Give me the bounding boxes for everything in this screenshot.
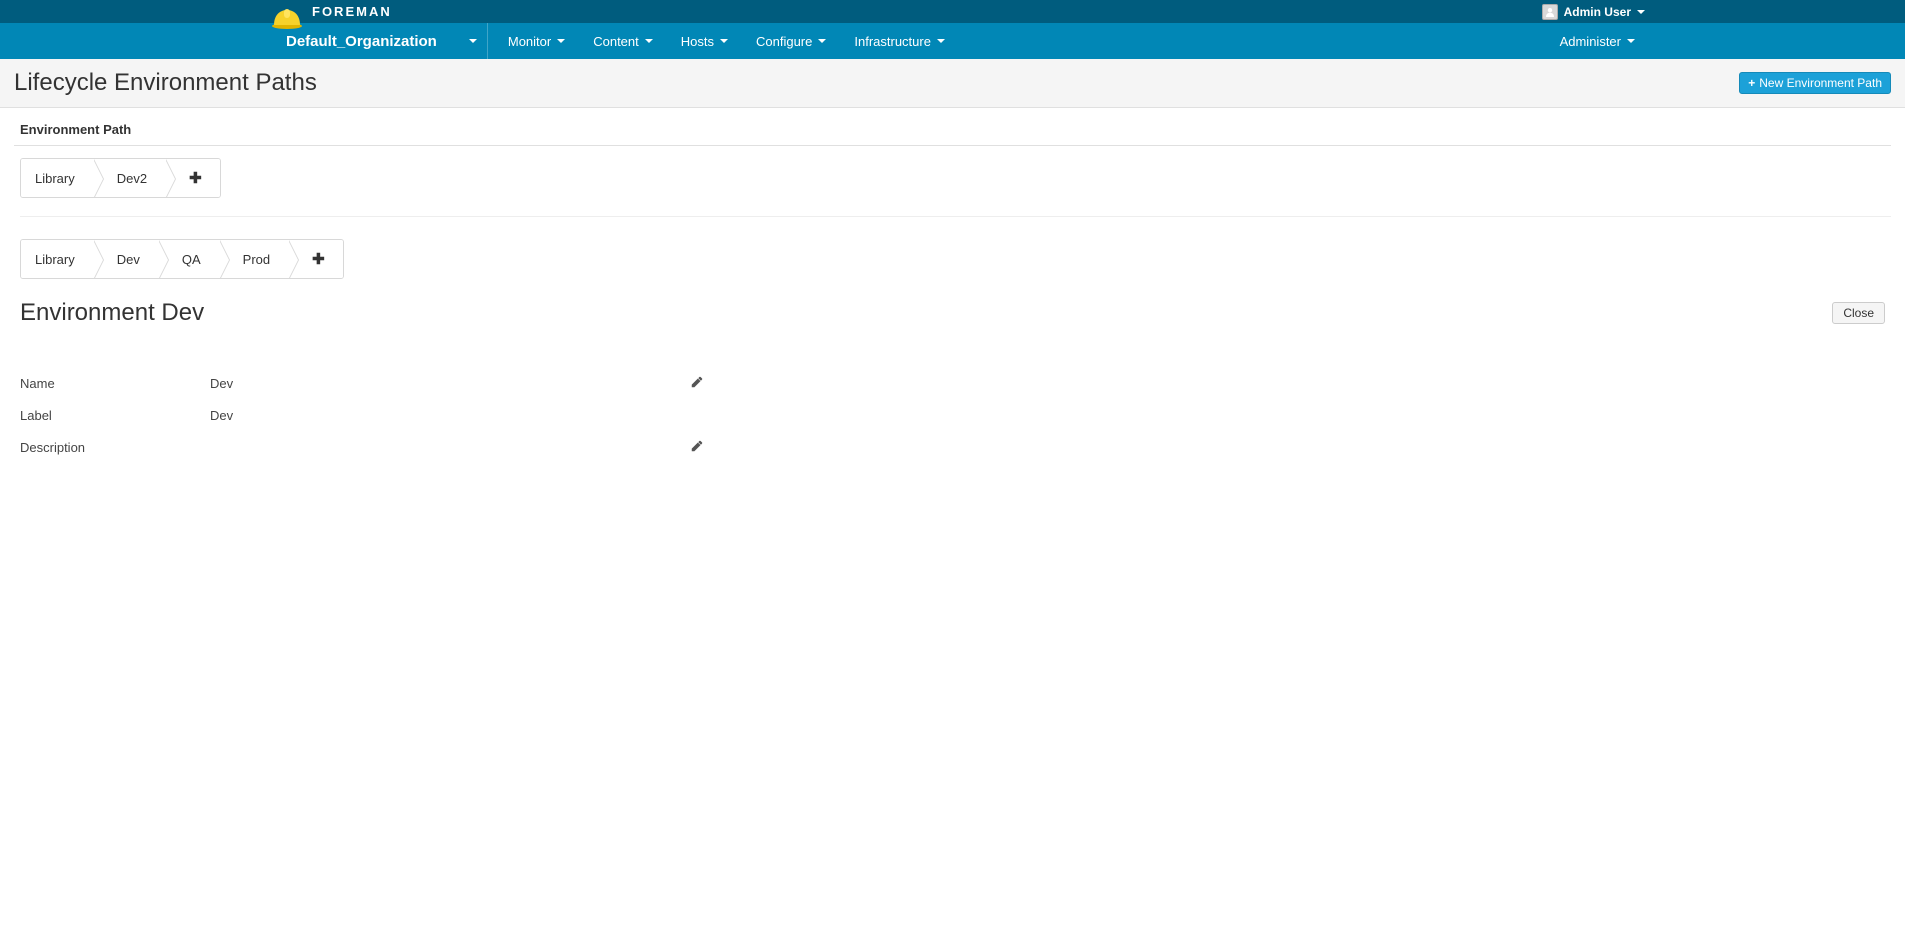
caret-down-icon [1637,10,1645,14]
nav-hosts[interactable]: Hosts [667,23,742,59]
detail-row-description: Description [20,431,1885,464]
detail-row-label: Label Dev [20,400,1885,431]
plus-icon: + [1748,76,1755,90]
environment-detail-header: Environment Dev Close [14,299,1891,327]
nav-administer[interactable]: Administer [1546,23,1649,59]
user-menu[interactable]: Admin User [1542,4,1645,20]
brand-text: FOREMAN [312,4,392,19]
brand[interactable]: FOREMAN [270,1,392,23]
topbar-inner: FOREMAN Admin User [0,1,1905,23]
environment-detail-title: Environment Dev [20,299,204,327]
logo-hardhat-icon [270,7,304,29]
caret-down-icon [557,39,565,43]
plus-icon: ✚ [189,169,202,187]
edit-icon[interactable] [690,439,704,456]
env-step-library[interactable]: Library [21,240,93,278]
caret-down-icon [937,39,945,43]
nav-monitor[interactable]: Monitor [494,23,579,59]
user-display-name: Admin User [1564,5,1631,19]
close-button[interactable]: Close [1832,302,1885,324]
env-step-library[interactable]: Library [21,159,93,197]
caret-down-icon [818,39,826,43]
environment-detail-table: Name Dev Label Dev Description [14,367,1891,464]
detail-row-name: Name Dev [20,367,1885,400]
detail-value: Dev [210,376,690,391]
org-current: Default_Organization [286,33,437,50]
nav-infrastructure[interactable]: Infrastructure [840,23,959,59]
nav-right: Administer [1546,23,1649,59]
edit-icon[interactable] [690,375,704,392]
user-avatar-icon [1542,4,1558,20]
detail-label: Description [20,440,210,455]
nav-content[interactable]: Content [579,23,667,59]
content: Environment Path Library Dev2 ✚ Library … [0,108,1905,494]
section-label: Environment Path [14,118,1891,146]
detail-label: Name [20,376,210,391]
caret-down-icon [645,39,653,43]
detail-label: Label [20,408,210,423]
caret-down-icon [1627,39,1635,43]
detail-value: Dev [210,408,690,423]
environment-path: Library Dev2 ✚ [20,158,221,198]
page-header: Lifecycle Environment Paths + New Enviro… [0,59,1905,108]
environment-path-group: Library Dev2 ✚ [20,158,1891,217]
nav-items: Monitor Content Hosts Configure Infrastr… [494,23,959,59]
plus-icon: ✚ [312,250,325,268]
environment-path: Library Dev QA Prod ✚ [20,239,344,279]
nav-configure[interactable]: Configure [742,23,840,59]
page-title: Lifecycle Environment Paths [14,69,317,97]
environment-path-group: Library Dev QA Prod ✚ [20,239,1891,279]
new-environment-path-button[interactable]: + New Environment Path [1739,72,1891,94]
topbar: FOREMAN Admin User [0,0,1905,23]
caret-down-icon [469,39,477,43]
org-switcher-toggle[interactable] [453,23,488,59]
caret-down-icon [720,39,728,43]
new-environment-path-label: New Environment Path [1759,76,1882,90]
